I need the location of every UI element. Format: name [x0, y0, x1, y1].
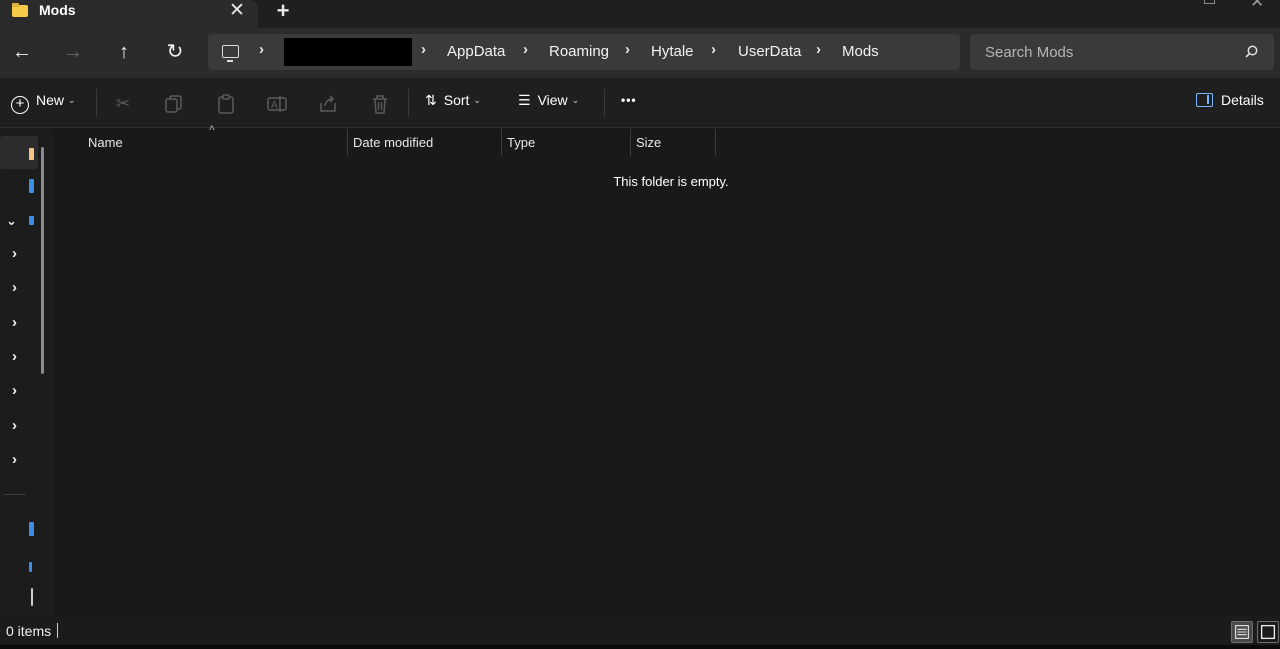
view-label: View [537, 92, 568, 108]
navigation-pane: ⌄ › › › › › › › [0, 129, 54, 616]
details-pane-button[interactable]: Details [1196, 92, 1264, 108]
search-placeholder: Search Mods [985, 44, 1074, 61]
title-bar: Mods ✕ + ✕ [0, 0, 1280, 28]
breadcrumb-mods[interactable]: Mods [842, 43, 879, 60]
new-tab-button[interactable]: + [273, 0, 293, 24]
chevron-down-icon: ⌄ [571, 95, 580, 105]
breadcrumb-roaming[interactable]: Roaming [549, 43, 609, 60]
home-icon[interactable] [29, 148, 34, 160]
navigation-scrollbar[interactable] [41, 147, 44, 374]
breadcrumb-separator[interactable]: › [421, 41, 426, 58]
gallery-icon[interactable] [29, 179, 34, 193]
toolbar-divider [604, 89, 605, 117]
column-header-date-modified[interactable]: Date modified [353, 135, 433, 150]
large-icons-view-button[interactable] [1257, 621, 1279, 643]
search-icon[interactable] [1245, 45, 1258, 58]
column-header-size[interactable]: Size [636, 135, 661, 150]
column-header-name[interactable]: Name [88, 135, 123, 150]
details-label: Details [1221, 92, 1264, 108]
nav-divider [4, 494, 26, 495]
paste-icon[interactable] [215, 93, 237, 115]
file-list[interactable]: ^ Name Date modified Type Size This fold… [54, 123, 1280, 616]
chevron-right-icon[interactable]: › [12, 382, 17, 399]
copy-icon[interactable] [163, 93, 185, 115]
toolbar-divider [408, 89, 409, 117]
breadcrumb-separator[interactable]: › [523, 41, 528, 58]
breadcrumb-separator[interactable]: › [625, 41, 630, 58]
linux-icon[interactable] [31, 588, 33, 606]
svg-text:A: A [271, 100, 278, 111]
column-divider[interactable] [630, 129, 631, 156]
chevron-down-icon: ⌄ [473, 95, 481, 105]
onedrive-icon[interactable] [29, 216, 34, 225]
address-bar[interactable]: › › AppData › Roaming › Hytale › UserDat… [208, 34, 960, 70]
tab-title: Mods [39, 2, 76, 18]
view-list-icon: ☰ [518, 92, 531, 108]
column-divider[interactable] [715, 129, 716, 156]
share-icon[interactable] [317, 93, 339, 115]
empty-folder-message: This folder is empty. [613, 174, 729, 189]
this-pc-nav-icon[interactable] [29, 522, 34, 536]
chevron-right-icon[interactable]: › [12, 314, 17, 331]
chevron-down-icon: ⌄ [68, 95, 76, 105]
close-window-button[interactable]: ✕ [1250, 0, 1264, 12]
sort-icon: ⇅ [425, 92, 437, 108]
details-view-button[interactable] [1231, 621, 1253, 643]
address-row: ← → ↑ ↻ › › AppData › Roaming › Hytale ›… [0, 28, 1280, 78]
toolbar-divider [96, 89, 97, 117]
chevron-right-icon[interactable]: › [12, 245, 17, 262]
details-pane-icon [1196, 93, 1213, 107]
redacted-user-folder[interactable] [284, 38, 412, 66]
column-divider[interactable] [501, 129, 502, 156]
command-bar: + New ⌄ ✂ A ⇅ Sort ⌄ ☰ View ⌄ ••• Details [0, 78, 1280, 128]
this-pc-icon[interactable] [222, 45, 239, 62]
status-divider [57, 623, 58, 638]
forward-button[interactable]: → [61, 40, 85, 64]
tab-mods[interactable]: Mods ✕ [0, 0, 258, 28]
search-input[interactable]: Search Mods [970, 34, 1274, 70]
folder-icon [12, 3, 28, 17]
chevron-right-icon[interactable]: › [12, 417, 17, 434]
add-icon: + [11, 96, 29, 114]
column-divider[interactable] [347, 129, 348, 156]
column-header-type[interactable]: Type [507, 135, 535, 150]
network-icon[interactable] [29, 562, 32, 572]
sort-label: Sort [443, 92, 470, 108]
chevron-right-icon[interactable]: › [12, 279, 17, 296]
view-button[interactable]: ☰ View ⌄ [518, 92, 579, 109]
new-button[interactable]: + New ⌄ [11, 92, 76, 114]
item-count: 0 items [6, 623, 52, 639]
back-button[interactable]: ← [10, 40, 34, 64]
sort-ascending-icon: ^ [209, 123, 215, 137]
refresh-button[interactable]: ↻ [163, 40, 187, 64]
new-label: New [36, 92, 65, 108]
maximize-button[interactable] [1204, 0, 1215, 4]
breadcrumb-hytale[interactable]: Hytale [651, 43, 694, 60]
chevron-down-icon[interactable]: ⌄ [6, 213, 17, 229]
delete-icon[interactable] [369, 93, 391, 115]
breadcrumb-separator[interactable]: › [259, 41, 264, 58]
cut-icon[interactable]: ✂ [112, 93, 134, 115]
breadcrumb-separator[interactable]: › [816, 41, 821, 58]
breadcrumb-appdata[interactable]: AppData [447, 43, 505, 60]
breadcrumb-userdata[interactable]: UserData [738, 43, 801, 60]
rename-icon[interactable]: A [266, 93, 288, 115]
tab-close-button[interactable]: ✕ [228, 0, 246, 22]
chevron-right-icon[interactable]: › [12, 451, 17, 468]
sort-button[interactable]: ⇅ Sort ⌄ [425, 92, 481, 109]
chevron-right-icon[interactable]: › [12, 348, 17, 365]
window-bottom-edge [0, 645, 1280, 649]
up-button[interactable]: ↑ [112, 40, 136, 64]
breadcrumb-separator[interactable]: › [711, 41, 716, 58]
more-options-button[interactable]: ••• [621, 93, 637, 107]
